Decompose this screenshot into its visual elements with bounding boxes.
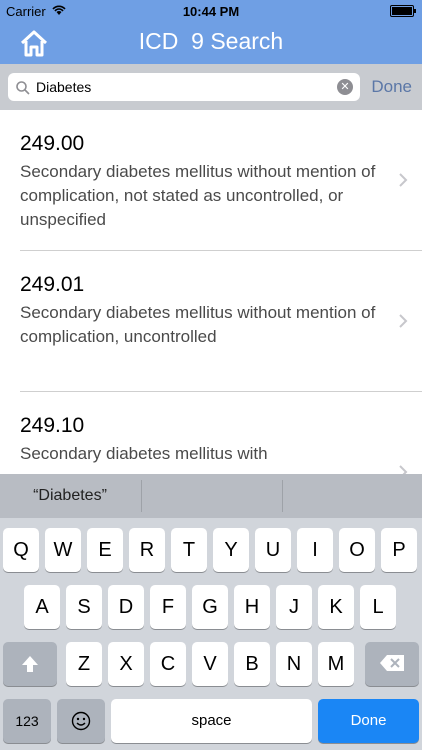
search-done-button[interactable]: Done [371,77,412,97]
key-n[interactable]: N [276,642,312,686]
key-g[interactable]: G [192,585,228,629]
numbers-key[interactable]: 123 [3,699,51,743]
key-q[interactable]: Q [3,528,39,572]
list-item[interactable]: 249.01 Secondary diabetes mellitus witho… [20,251,422,392]
delete-key[interactable] [365,642,419,686]
shift-key[interactable] [3,642,57,686]
space-key[interactable]: space [111,699,312,743]
status-time: 10:44 PM [182,4,240,19]
icd-code: 249.01 [20,273,85,296]
key-o[interactable]: O [339,528,375,572]
page-title: ICD 9 Search [138,28,284,54]
list-item[interactable]: 249.10 Secondary diabetes mellitus with [20,392,422,474]
search-field[interactable]: ✕ [8,73,360,101]
key-b[interactable]: B [234,642,270,686]
key-v[interactable]: V [192,642,228,686]
key-x[interactable]: X [108,642,144,686]
chevron-right-icon [398,462,408,474]
key-t[interactable]: T [171,528,207,572]
key-a[interactable]: A [24,585,60,629]
key-z[interactable]: Z [66,642,102,686]
key-f[interactable]: F [150,585,186,629]
key-m[interactable]: M [318,642,354,686]
battery-icon [390,5,416,17]
icd-description: Secondary diabetes mellitus with [20,444,268,463]
shift-icon [22,656,38,672]
suggestion-item[interactable]: “Diabetes” [0,474,140,518]
icd-description: Secondary diabetes mellitus without ment… [20,162,376,229]
results-list: 249.00 Secondary diabetes mellitus witho… [0,110,422,474]
emoji-icon [71,711,91,731]
clear-icon[interactable]: ✕ [337,79,353,95]
key-j[interactable]: J [276,585,312,629]
status-bar: Carrier 10:44 PM [0,0,422,22]
icd-code: 249.10 [20,414,85,437]
icd-code: 249.00 [20,132,85,155]
key-h[interactable]: H [234,585,270,629]
done-key[interactable]: Done [318,699,419,743]
nav-bar: ICD 9 Search [0,22,422,64]
key-u[interactable]: U [255,528,291,572]
chevron-right-icon [398,311,408,331]
key-s[interactable]: S [66,585,102,629]
icd-description: Secondary diabetes mellitus without ment… [20,303,376,346]
key-i[interactable]: I [297,528,333,572]
key-p[interactable]: P [381,528,417,572]
backspace-icon [380,655,404,671]
search-bar: ✕ Done [0,64,422,110]
key-c[interactable]: C [150,642,186,686]
search-input[interactable] [36,73,326,101]
key-y[interactable]: Y [213,528,249,572]
chevron-right-icon [398,170,408,190]
emoji-key[interactable] [57,699,105,743]
suggestion-item[interactable] [141,474,281,518]
suggestion-item[interactable] [282,474,422,518]
key-r[interactable]: R [129,528,165,572]
suggestion-bar: “Diabetes” [0,474,422,518]
key-e[interactable]: E [87,528,123,572]
list-item[interactable]: 249.00 Secondary diabetes mellitus witho… [20,110,422,251]
search-icon [15,80,31,96]
keyboard: Q W E R T Y U I O P A S D F G H J K L Z … [0,518,422,750]
key-d[interactable]: D [108,585,144,629]
key-w[interactable]: W [45,528,81,572]
key-k[interactable]: K [318,585,354,629]
key-l[interactable]: L [360,585,396,629]
